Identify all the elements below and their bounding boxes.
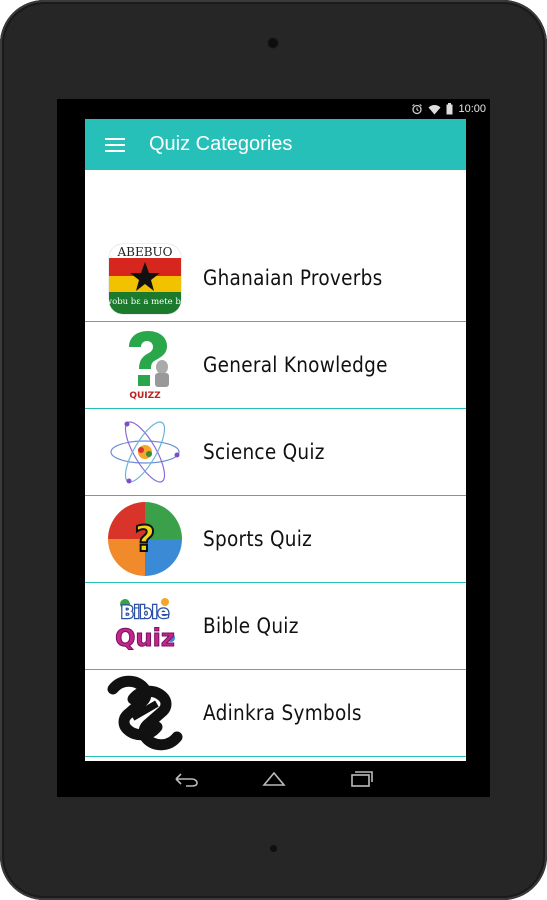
bible-quiz-logo: Bible Quiz xyxy=(107,588,183,664)
sports-icon: ? xyxy=(107,501,183,577)
recent-apps-icon[interactable] xyxy=(345,768,379,790)
navigation-bar xyxy=(57,761,490,797)
category-label: Adinkra Symbols xyxy=(203,701,362,725)
category-label: Sports Quiz xyxy=(203,527,313,551)
wifi-icon xyxy=(428,104,441,115)
category-label: General Knowledge xyxy=(203,353,388,377)
page-title: Quiz Categories xyxy=(149,133,293,155)
adinkra-symbol-icon xyxy=(107,675,183,751)
svg-text:?: ? xyxy=(135,519,156,560)
svg-text:wobu bɛ a mete bɛ: wobu bɛ a mete bɛ xyxy=(107,297,183,307)
app-window: Quiz Categories ABEBUO wobu bɛ a mete bɛ… xyxy=(85,119,466,761)
ghanaian-proverbs-thumbnail: ABEBUO wobu bɛ a mete bɛ xyxy=(105,240,186,316)
category-label: Science Quiz xyxy=(203,440,325,464)
svg-text:QUIZZ: QUIZZ xyxy=(129,391,161,401)
home-sensor xyxy=(270,845,277,852)
back-icon[interactable] xyxy=(169,768,203,790)
category-bible-quiz[interactable]: Bible Quiz Bible Quiz xyxy=(85,583,466,670)
atom-icon xyxy=(107,414,183,490)
category-adinkra-symbols[interactable]: Adinkra Symbols xyxy=(85,670,466,757)
category-label: Ghanaian Proverbs xyxy=(203,266,383,290)
tablet-frame: 10:00 Quiz Categories ABEBUO wobu bɛ a m… xyxy=(0,0,547,900)
category-list: ABEBUO wobu bɛ a mete bɛ Ghanaian Prover… xyxy=(85,235,466,757)
status-time: 10:00 xyxy=(458,103,486,115)
hamburger-menu-icon[interactable] xyxy=(105,136,127,154)
category-science-quiz[interactable]: Science Quiz xyxy=(85,409,466,496)
screen: 10:00 Quiz Categories ABEBUO wobu bɛ a m… xyxy=(57,99,490,797)
status-bar: 10:00 xyxy=(57,99,490,119)
category-label: Bible Quiz xyxy=(203,614,299,638)
general-knowledge-thumbnail: QUIZZ xyxy=(107,327,183,403)
alarm-icon xyxy=(411,103,423,115)
svg-text:Quiz: Quiz xyxy=(115,624,175,652)
category-sports-quiz[interactable]: ? Sports Quiz xyxy=(85,496,466,583)
home-icon[interactable] xyxy=(257,768,291,790)
battery-icon xyxy=(446,103,453,115)
app-bar: Quiz Categories xyxy=(85,119,466,170)
category-general-knowledge[interactable]: QUIZZ General Knowledge xyxy=(85,322,466,409)
svg-text:Bible: Bible xyxy=(121,603,169,623)
category-ghanaian-proverbs[interactable]: ABEBUO wobu bɛ a mete bɛ Ghanaian Prover… xyxy=(85,235,466,322)
svg-text:ABEBUO: ABEBUO xyxy=(116,245,172,259)
front-camera xyxy=(267,37,279,49)
